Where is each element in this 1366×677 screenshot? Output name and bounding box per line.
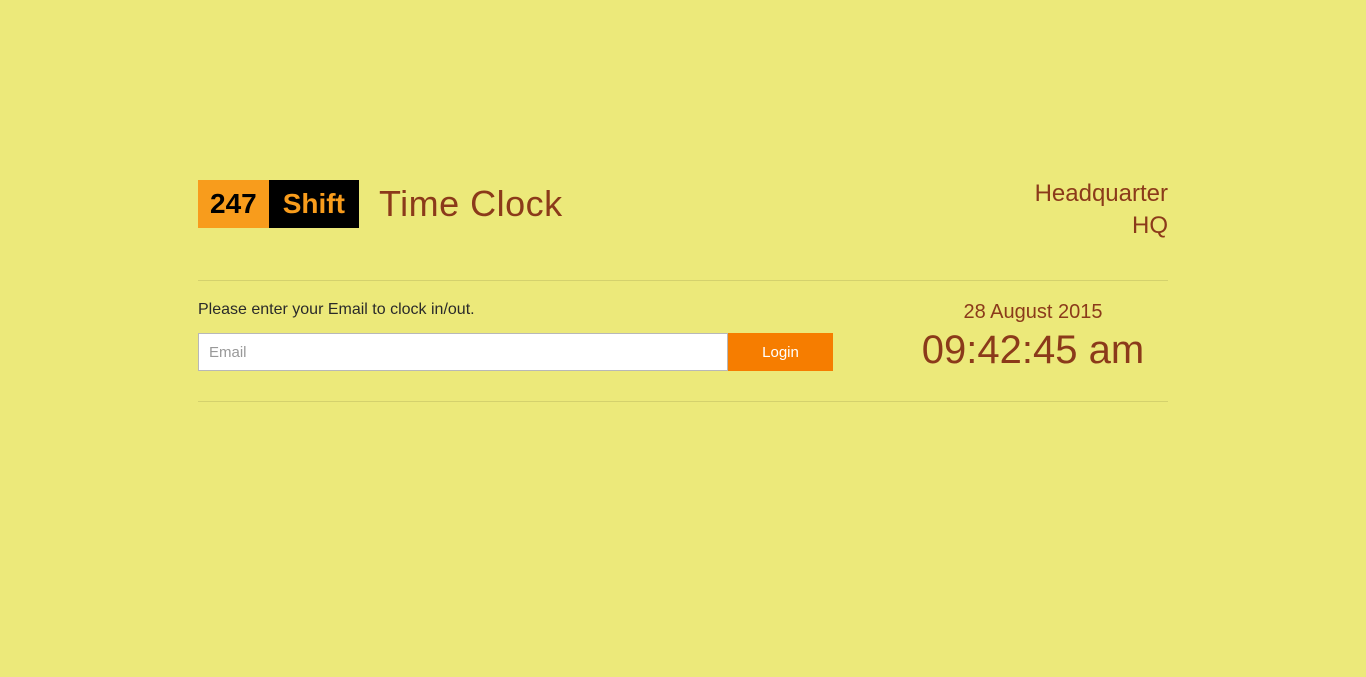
location-name: Headquarter	[1035, 180, 1168, 208]
login-button[interactable]: Login	[728, 333, 833, 371]
email-field[interactable]	[198, 333, 728, 371]
logo-247-part: 247	[198, 180, 269, 228]
app-logo: 247 Shift	[198, 180, 359, 228]
divider-top	[198, 280, 1168, 281]
location-code: HQ	[1035, 212, 1168, 240]
prompt-text: Please enter your Email to clock in/out.	[198, 301, 868, 319]
divider-bottom	[198, 401, 1168, 402]
logo-shift-part: Shift	[269, 180, 359, 228]
current-date: 28 August 2015	[898, 301, 1168, 324]
current-time: 09:42:45 am	[898, 328, 1168, 373]
page-title: Time Clock	[379, 183, 563, 225]
